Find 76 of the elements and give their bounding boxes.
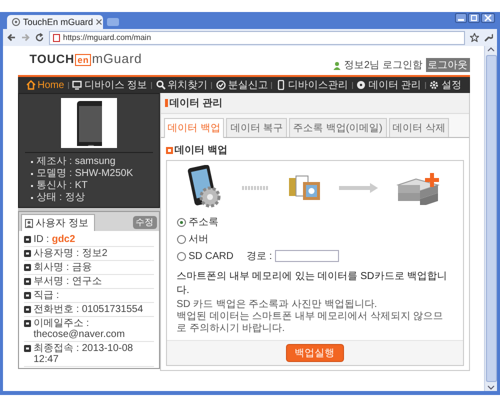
files-icon [288, 174, 322, 202]
user-info-text: 회사명 : 금융 [34, 262, 92, 273]
description-text: 스마트폰의 내부 메모리에 있는 데이터를 SD카드로 백업합니다. [176, 270, 448, 298]
home-icon [26, 80, 36, 90]
star-icon[interactable] [470, 33, 479, 42]
radio-button[interactable] [176, 234, 186, 244]
user-info-text: ID : gdc2 [34, 234, 76, 245]
device-info-text: 상태 : 정상 [36, 192, 85, 204]
square-bullet-icon [24, 345, 30, 352]
square-bullet-icon [24, 306, 30, 313]
path-label: 경로 : [246, 250, 272, 263]
page-icon [12, 18, 20, 26]
user-info-text: 전화번호 : 01051731554 [34, 304, 144, 315]
smartphone-drawing [76, 100, 102, 146]
address-bar[interactable]: https://mguard.com/main [49, 30, 465, 44]
tab[interactable]: 데이터 복구 [226, 118, 288, 137]
square-bullet-icon [24, 250, 30, 257]
search-icon [156, 80, 166, 90]
page-title: 데이터 관리 [160, 93, 468, 114]
nav-item[interactable]: 데이터 관리 [354, 78, 424, 92]
tab[interactable]: 데이터 삭제 [388, 118, 450, 137]
device-info-text: 제조사 : samsung [36, 156, 116, 168]
path-input-field[interactable] [275, 250, 340, 262]
nav-item[interactable]: 위치찾기 [154, 78, 210, 92]
square-bullet-icon [24, 236, 30, 243]
arrow-icon [339, 183, 380, 193]
square-bullet-icon [24, 320, 30, 327]
user-icon [24, 218, 32, 228]
browser-tab[interactable]: TouchEn mGuard [7, 15, 103, 29]
user-info-text: 부서명 : 연구소 [34, 276, 102, 287]
reload-icon[interactable] [35, 33, 44, 42]
nav-item[interactable]: 설정 [427, 78, 464, 92]
user-info-tab[interactable]: 사용자 정보 [20, 214, 96, 231]
device-info-text: 통신사 : KT [36, 180, 88, 192]
monitor-icon [72, 80, 82, 90]
check-circle-icon [216, 80, 226, 90]
edit-button[interactable]: 수정 [132, 216, 156, 229]
phone-icon [276, 80, 286, 90]
nav-item[interactable]: 분실신고 [214, 78, 270, 92]
tab[interactable]: 주소록 백업(이메일) [289, 118, 387, 137]
note-text: SD 카드 백업은 주소록과 사진만 백업됩니다. [176, 299, 378, 311]
section-title: 데이터 백업 [166, 143, 464, 157]
user-info-text: 최종접속 : 2013-10-08 12:47 [34, 343, 134, 365]
page-icon [53, 34, 60, 42]
square-bullet-icon [24, 292, 30, 299]
disc-icon [356, 80, 366, 90]
back-icon[interactable] [7, 33, 16, 42]
maximize-icon[interactable] [468, 13, 480, 23]
scroll-down-icon[interactable] [487, 384, 495, 391]
user-greeting: 정보2님 로그인함 [344, 59, 422, 72]
user-info-text: 직급 : [34, 290, 60, 301]
option-label: SD CARD [188, 250, 234, 262]
square-bullet-icon [24, 264, 30, 271]
option-label: 주소록 [188, 216, 218, 229]
user-info-text: 사용자명 : 정보2 [34, 248, 108, 259]
nav-item[interactable]: 디바이스관리 [274, 78, 350, 92]
wrench-icon[interactable] [484, 33, 493, 42]
user-info-text: 이메일주소 : thecose@naver.com [34, 318, 126, 340]
close-icon[interactable] [96, 19, 102, 25]
device-info-text: 모델명 : SHW-M250K [36, 168, 133, 180]
minimize-icon[interactable] [455, 13, 467, 23]
nav-item[interactable]: Home [24, 80, 66, 90]
note-text: 백업된 데이터는 스마트폰 내부 메모리에서 삭제되지 않으므로 주의하시기 바랍니다. [176, 311, 444, 335]
section-icon [166, 146, 172, 154]
settings-icon [429, 80, 440, 90]
scrollbar[interactable] [484, 46, 497, 391]
scroll-up-icon[interactable] [487, 46, 495, 53]
radio-button[interactable] [176, 218, 186, 226]
option-label: 서버 [188, 233, 208, 246]
logo: TOUCH en mGuard [30, 51, 142, 66]
close-icon[interactable] [481, 13, 495, 23]
logout-button[interactable]: 로그아웃 [426, 58, 470, 72]
user-icon [333, 60, 342, 70]
radio-button[interactable] [176, 252, 186, 260]
nav-item[interactable]: 디바이스 정보 [70, 78, 150, 92]
square-bullet-icon [24, 278, 30, 285]
